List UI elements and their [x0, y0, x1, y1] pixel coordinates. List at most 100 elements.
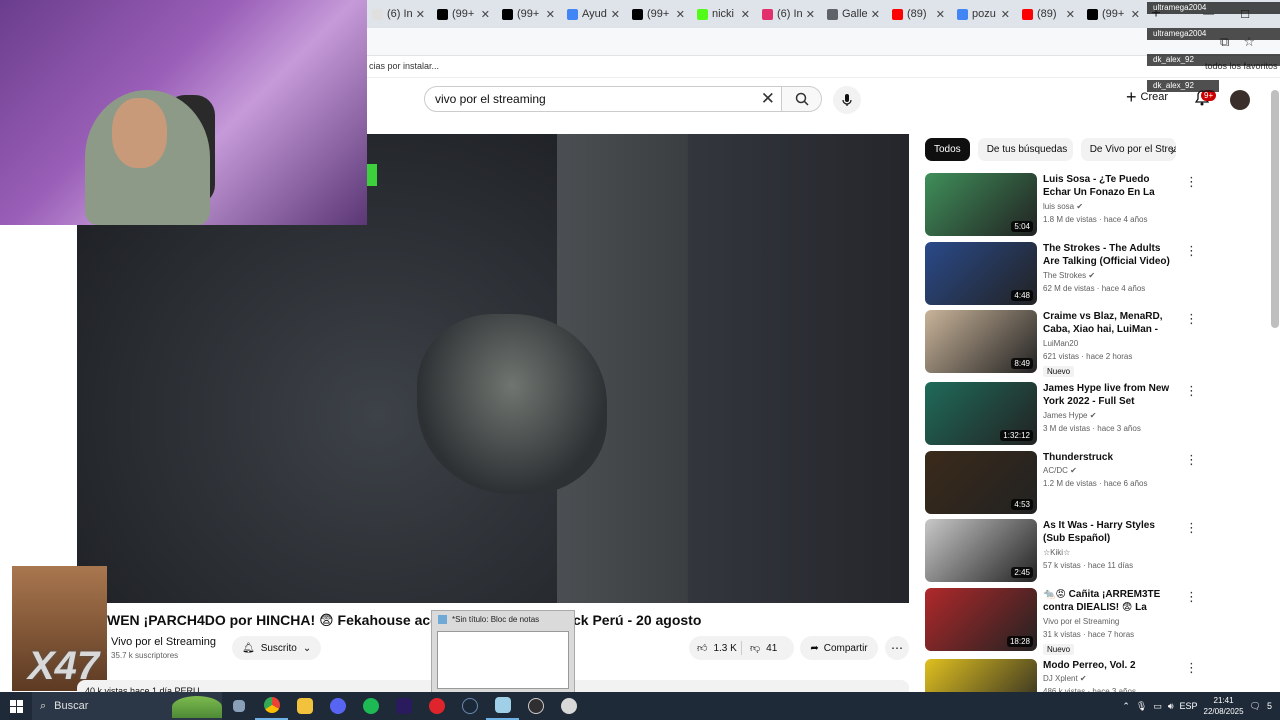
recommendation-title[interactable]: Thunderstruck	[1043, 451, 1179, 464]
volume-icon[interactable]: 🔊︎	[1168, 701, 1174, 712]
recommendation-item[interactable]: 1:32:12 James Hype live from New York 202…	[925, 382, 1265, 446]
start-button[interactable]	[0, 692, 32, 720]
browser-tab[interactable]: (99+ ✕	[1081, 0, 1146, 28]
language-indicator[interactable]: ESP	[1179, 701, 1197, 711]
notifications-icon[interactable]: 🗨︎	[1250, 701, 1261, 712]
browser-tab[interactable]: (6) In ✕	[756, 0, 821, 28]
close-icon[interactable]: ✕	[806, 8, 815, 21]
browser-tab[interactable]: (89) ✕	[1016, 0, 1081, 28]
recommendation-title[interactable]: Craime vs Blaz, MenaRD, Caba, Xiao hai, …	[1043, 310, 1179, 337]
chrome-icon[interactable]	[255, 692, 288, 720]
browser-tab[interactable]: (99+ ✕	[626, 0, 691, 28]
recommendation-title[interactable]: Modo Perreo, Vol. 2	[1043, 659, 1179, 672]
more-options-icon[interactable]: ⋮	[1185, 521, 1198, 534]
recommendation-channel[interactable]: luis sosa ✔︎	[1043, 202, 1083, 211]
share-button[interactable]: ➦ Compartir	[800, 636, 878, 660]
close-icon[interactable]: ✕	[936, 8, 945, 21]
browser-tab[interactable]: (89) ✕	[886, 0, 951, 28]
obs-icon[interactable]	[519, 692, 552, 720]
more-options-icon[interactable]: ⋮	[1185, 661, 1198, 674]
video-thumbnail[interactable]: 8:49	[925, 310, 1037, 373]
recommendation-item[interactable]: 4:48 The Strokes - The Adults Are Talking…	[925, 242, 1265, 306]
notepad-preview[interactable]: *Sin título: Bloc de notas	[431, 610, 575, 694]
subscribed-button[interactable]: 🔔︎ Suscrito ⌄	[232, 636, 322, 660]
taskbar-search[interactable]: ⌕ Buscar	[32, 692, 222, 720]
spotify-icon[interactable]	[354, 692, 387, 720]
recommendation-title[interactable]: The Strokes - The Adults Are Talking (Of…	[1043, 242, 1179, 268]
like-button[interactable]: 👍︎ 1.3 K	[689, 641, 742, 655]
network-icon[interactable]: ▭	[1153, 701, 1162, 712]
time: 21:41	[1213, 696, 1234, 705]
video-thumbnail[interactable]: 5:04	[925, 173, 1037, 236]
recommendation-item[interactable]: 4:53 Thunderstruck AC/DC ✔︎ 1.2 M de vistas…	[925, 451, 1265, 515]
steam-icon[interactable]	[453, 692, 486, 720]
close-icon[interactable]: ✕	[871, 8, 880, 21]
recommendation-item[interactable]: 8:49 Craime vs Blaz, MenaRD, Caba, Xiao h…	[925, 310, 1265, 377]
close-icon[interactable]: ✕	[1131, 8, 1140, 21]
video-thumbnail[interactable]: 1:32:12	[925, 382, 1037, 445]
clear-search-icon[interactable]: ✕	[761, 89, 775, 109]
avatar[interactable]	[1230, 90, 1250, 110]
recommendation-item[interactable]: 2:45 As It Was - Harry Styles (Sub Españo…	[925, 519, 1265, 583]
close-icon[interactable]: ✕	[741, 8, 750, 21]
video-thumbnail[interactable]: 4:53	[925, 451, 1037, 514]
more-options-icon[interactable]: ⋮	[1185, 312, 1198, 325]
search-button[interactable]	[782, 86, 822, 112]
more-actions-button[interactable]: ⋯	[885, 636, 909, 660]
notepad-icon[interactable]	[486, 692, 519, 720]
file-explorer-icon[interactable]	[288, 692, 321, 720]
close-icon[interactable]: ✕	[1001, 8, 1010, 21]
task-view-icon[interactable]	[222, 692, 255, 720]
more-options-icon[interactable]: ⋮	[1185, 175, 1198, 188]
browser-tab[interactable]: Ayud ✕	[561, 0, 626, 28]
close-icon[interactable]: ✕	[676, 8, 685, 21]
close-icon[interactable]: ✕	[481, 8, 490, 21]
discord-icon[interactable]	[321, 692, 354, 720]
voice-search-button[interactable]	[833, 86, 861, 114]
browser-tab[interactable]: Galle ✕	[821, 0, 886, 28]
opera-icon[interactable]	[420, 692, 453, 720]
close-icon[interactable]: ✕	[416, 8, 425, 21]
recommendation-channel[interactable]: Vivo por el Streaming	[1043, 617, 1119, 626]
recommendation-title[interactable]: Luis Sosa - ¿Te Puedo Echar Un Fonazo En…	[1043, 173, 1179, 200]
channel-name[interactable]: Vivo por el Streaming	[111, 636, 216, 648]
close-icon[interactable]: ✕	[546, 8, 555, 21]
video-thumbnail[interactable]: 2:45	[925, 519, 1037, 582]
dislike-button[interactable]: 👎︎ 41	[742, 642, 794, 655]
recommendation-channel[interactable]: AC/DC ✔︎	[1043, 466, 1077, 475]
close-icon[interactable]: ✕	[1066, 8, 1075, 21]
chip-all[interactable]: Todos	[925, 138, 970, 161]
recommendation-title[interactable]: 🐀😡 Cañita ¡ARREM3TE contra DIEALIS! 😨 La…	[1043, 588, 1179, 615]
chevron-right-icon[interactable]: ›	[1170, 142, 1175, 158]
recommendation-item[interactable]: 5:04 Luis Sosa - ¿Te Puedo Echar Un Fonaz…	[925, 173, 1265, 237]
chip-from-searches[interactable]: De tus búsquedas	[977, 138, 1073, 161]
chip-from-channel[interactable]: De Vivo por el Strea	[1080, 138, 1176, 161]
video-thumbnail[interactable]: 4:48	[925, 242, 1037, 305]
more-options-icon[interactable]: ⋮	[1185, 590, 1198, 603]
recommendation-title[interactable]: James Hype live from New York 2022 - Ful…	[1043, 382, 1179, 408]
browser-tab[interactable]: nicki ✕	[691, 0, 756, 28]
more-options-icon[interactable]: ⋮	[1185, 244, 1198, 257]
recommendation-channel[interactable]: LuiMan20	[1043, 339, 1078, 348]
browser-tab[interactable]: pozu ✕	[951, 0, 1016, 28]
more-options-icon[interactable]: ⋮	[1185, 384, 1198, 397]
recommendation-item[interactable]: 18:28 🐀😡 Cañita ¡ARREM3TE contra DIEALIS!…	[925, 588, 1265, 655]
recommendation-channel[interactable]: James Hype ✔︎	[1043, 411, 1096, 420]
premiere-icon[interactable]	[387, 692, 420, 720]
recommendation-channel[interactable]: The Strokes ✔︎	[1043, 271, 1095, 280]
search-input[interactable]: vivo por el streaming ✕	[424, 86, 782, 112]
video-thumbnail[interactable]: 18:28	[925, 588, 1037, 651]
browser-tab[interactable]: (99+ ✕	[431, 0, 496, 28]
app-icon[interactable]	[552, 692, 585, 720]
recommendation-channel[interactable]: DJ Xplent ✔︎	[1043, 674, 1087, 683]
recommendation-title[interactable]: As It Was - Harry Styles (Sub Español)	[1043, 519, 1179, 545]
scrollbar[interactable]	[1271, 90, 1279, 328]
recommendation-channel[interactable]: ☆Kiki☆	[1043, 548, 1070, 557]
browser-tab[interactable]: (6) In ✕	[366, 0, 431, 28]
close-icon[interactable]: ✕	[611, 8, 620, 21]
microphone-icon[interactable]: 🎙︎	[1136, 701, 1147, 712]
clock[interactable]: 21:41 22/08/2025	[1204, 695, 1244, 717]
browser-tab[interactable]: (99+ ✕	[496, 0, 561, 28]
chevron-up-icon[interactable]: ⌃	[1122, 701, 1130, 712]
more-options-icon[interactable]: ⋮	[1185, 453, 1198, 466]
